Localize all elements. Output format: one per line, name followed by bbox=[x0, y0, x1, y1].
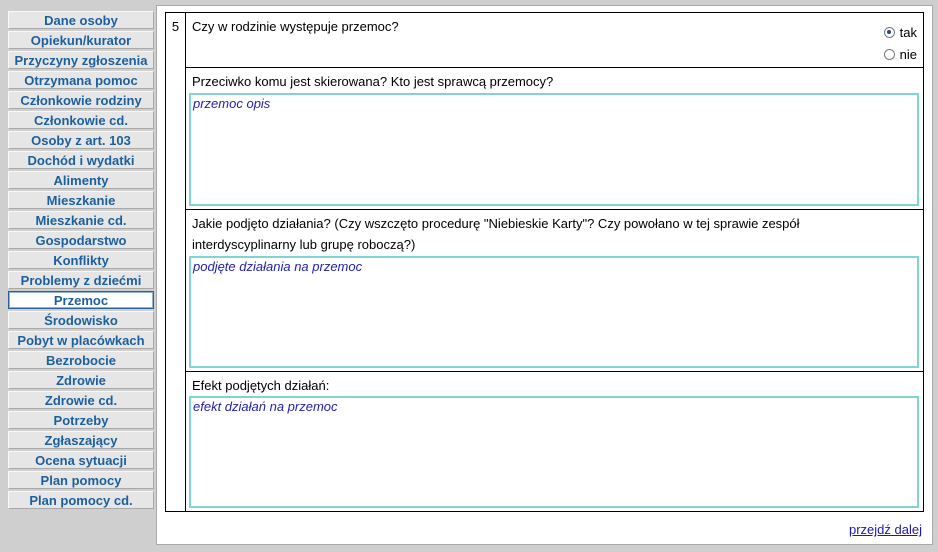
sidebar-item-ocena-sytuacji[interactable]: Ocena sytuacji bbox=[8, 451, 154, 469]
radio-option-nie[interactable]: nie bbox=[883, 43, 917, 65]
radio-option-tak[interactable]: tak bbox=[883, 21, 917, 43]
sidebar-item-przemoc[interactable]: Przemoc bbox=[8, 291, 154, 309]
radio-nie[interactable] bbox=[883, 48, 895, 60]
sidebar-item-zdrowie-cd[interactable]: Zdrowie cd. bbox=[8, 391, 154, 409]
actions-question-line2: interdyscyplinarny lub grupę roboczą?) bbox=[192, 237, 416, 252]
sidebar-item-zdrowie[interactable]: Zdrowie bbox=[8, 371, 154, 389]
sidebar-item-pobyt-w-placowkach[interactable]: Pobyt w placówkach bbox=[8, 331, 154, 349]
actions-question-label: Jakie podjęto działania? (Czy wszczęto p… bbox=[192, 213, 800, 255]
sidebar-item-dochod-wydatki[interactable]: Dochód i wydatki bbox=[8, 151, 154, 169]
sidebar-item-alimenty[interactable]: Alimenty bbox=[8, 171, 154, 189]
violence-radio-group: tak nie bbox=[883, 21, 917, 65]
question-table: 5 Czy w rodzinie występuje przemoc? tak … bbox=[165, 12, 924, 512]
sidebar-item-gospodarstwo[interactable]: Gospodarstwo bbox=[8, 231, 154, 249]
sidebar-item-czlonkowie-rodziny[interactable]: Członkowie rodziny bbox=[8, 91, 154, 109]
sidebar-item-otrzymana-pomoc[interactable]: Otrzymana pomoc bbox=[8, 71, 154, 89]
sidebar-item-opiekun-kurator[interactable]: Opiekun/kurator bbox=[8, 31, 154, 49]
sidebar-item-przyczyny-zgloszenia[interactable]: Przyczyny zgłoszenia bbox=[8, 51, 154, 69]
radio-nie-label: nie bbox=[899, 46, 917, 62]
effect-question-label: Efekt podjętych działań: bbox=[192, 378, 330, 393]
sidebar-item-srodowisko[interactable]: Środowisko bbox=[8, 311, 154, 329]
sidebar-item-osoby-art-103[interactable]: Osoby z art. 103 bbox=[8, 131, 154, 149]
next-link[interactable]: przejdź dalej bbox=[849, 522, 922, 537]
victim-question-label: Przeciwko komu jest skierowana? Kto jest… bbox=[192, 74, 554, 89]
question-row-effect: Efekt podjętych działań: efekt działań n… bbox=[186, 372, 923, 511]
sidebar-item-dane-osoby[interactable]: Dane osoby bbox=[8, 11, 154, 29]
question-number: 5 bbox=[166, 13, 186, 511]
sidebar-item-bezrobocie[interactable]: Bezrobocie bbox=[8, 351, 154, 369]
sidebar-item-mieszkanie-cd[interactable]: Mieszkanie cd. bbox=[8, 211, 154, 229]
effect-textarea[interactable]: efekt działań na przemoc bbox=[189, 396, 919, 508]
sidebar-item-problemy-z-dziecmi[interactable]: Problemy z dziećmi bbox=[8, 271, 154, 289]
sidebar-item-konflikty[interactable]: Konflikty bbox=[8, 251, 154, 269]
actions-question-line1: Jakie podjęto działania? (Czy wszczęto p… bbox=[192, 216, 800, 231]
sidebar-item-plan-pomocy-cd[interactable]: Plan pomocy cd. bbox=[8, 491, 154, 509]
sidebar-item-mieszkanie[interactable]: Mieszkanie bbox=[8, 191, 154, 209]
question-row-actions: Jakie podjęto działania? (Czy wszczęto p… bbox=[186, 210, 923, 372]
question-row-main: Czy w rodzinie występuje przemoc? tak ni… bbox=[186, 13, 923, 68]
sidebar-item-plan-pomocy[interactable]: Plan pomocy bbox=[8, 471, 154, 489]
sidebar-item-czlonkowie-cd[interactable]: Członkowie cd. bbox=[8, 111, 154, 129]
question-row-victim: Przeciwko komu jest skierowana? Kto jest… bbox=[186, 68, 923, 210]
radio-tak-label: tak bbox=[899, 24, 917, 40]
main-panel: 5 Czy w rodzinie występuje przemoc? tak … bbox=[156, 5, 933, 545]
sidebar-item-zglaszajacy[interactable]: Zgłaszający bbox=[8, 431, 154, 449]
sidebar-item-potrzeby[interactable]: Potrzeby bbox=[8, 411, 154, 429]
question-violence-label: Czy w rodzinie występuje przemoc? bbox=[192, 19, 399, 34]
victim-description-textarea[interactable]: przemoc opis bbox=[189, 93, 919, 206]
radio-tak[interactable] bbox=[883, 26, 895, 38]
sidebar-nav: Dane osoby Opiekun/kurator Przyczyny zgł… bbox=[8, 11, 154, 511]
actions-textarea[interactable]: podjęte działania na przemoc bbox=[189, 256, 919, 368]
